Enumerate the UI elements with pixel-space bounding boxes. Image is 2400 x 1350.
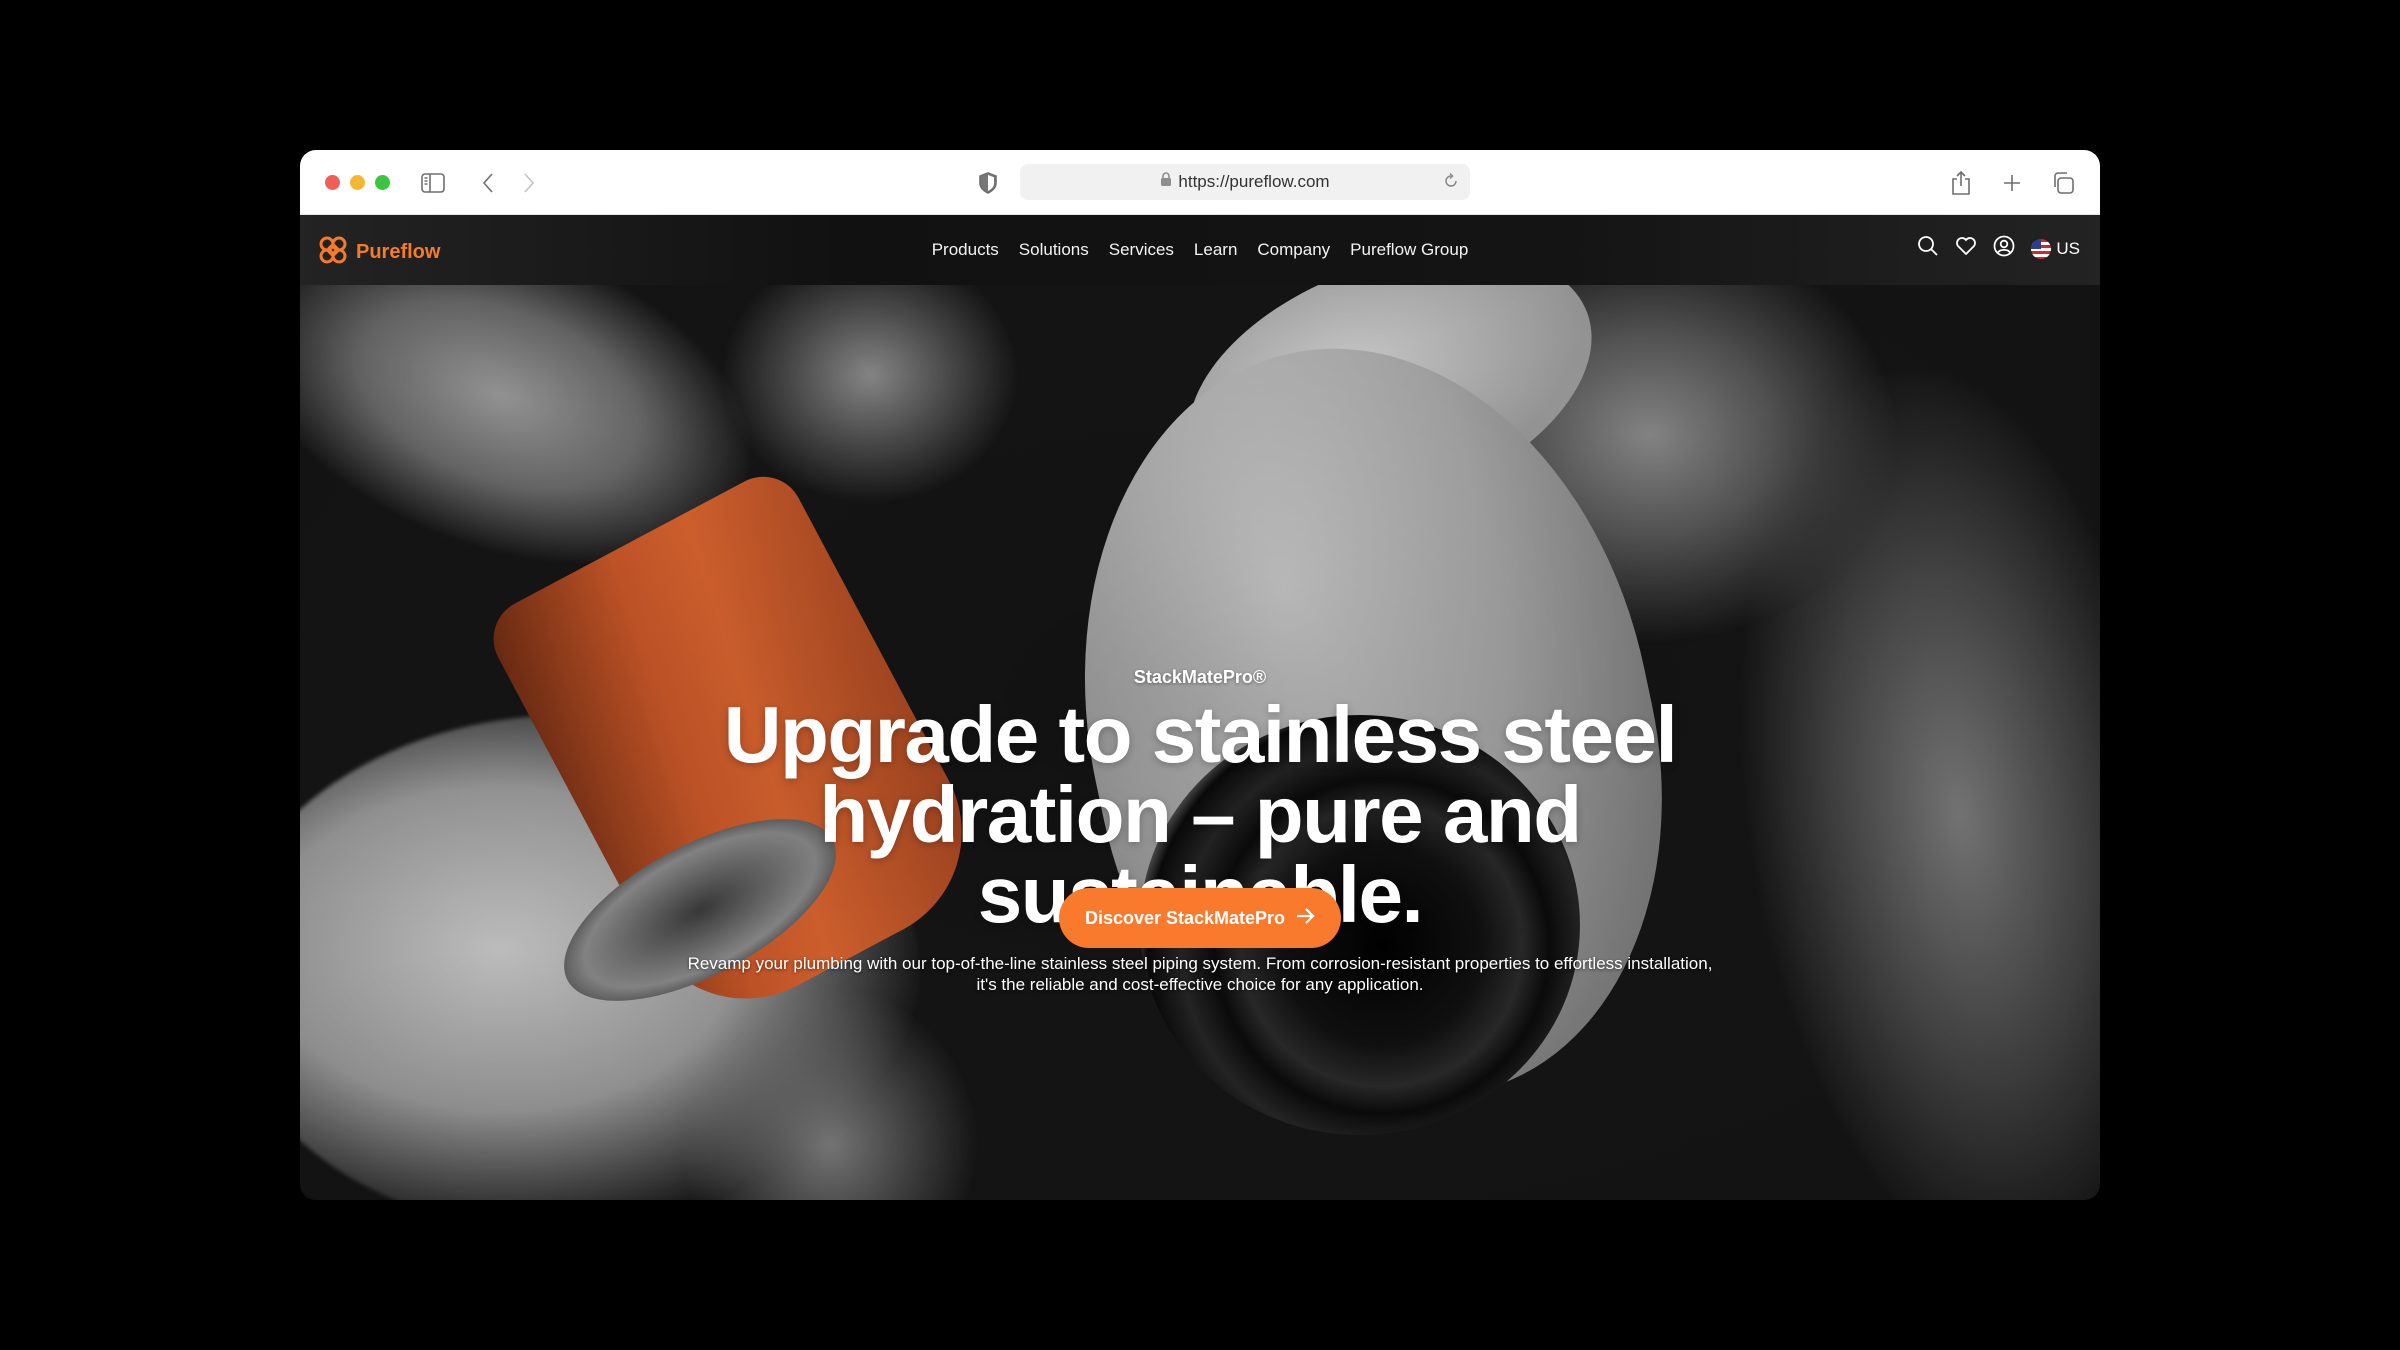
region-label: US	[2056, 238, 2080, 258]
forward-icon[interactable]	[514, 168, 544, 198]
brand-name: Pureflow	[356, 241, 441, 263]
main-nav: Products Solutions Services Learn Compan…	[300, 215, 2100, 285]
close-window-button[interactable]	[325, 175, 340, 190]
nav-products[interactable]: Products	[932, 240, 999, 260]
discover-stackmatepro-button[interactable]: Discover StackMatePro	[1059, 888, 1341, 948]
nav-company[interactable]: Company	[1257, 240, 1330, 260]
minimize-window-button[interactable]	[350, 175, 365, 190]
back-icon[interactable]	[473, 168, 503, 198]
new-tab-icon[interactable]	[1997, 168, 2027, 198]
site-header: Pureflow Products Solutions Services Lea…	[300, 215, 2100, 285]
arrow-right-icon	[1295, 907, 1315, 930]
zoom-window-button[interactable]	[375, 175, 390, 190]
headline-line: hydration – pure and	[819, 770, 1582, 859]
reload-icon[interactable]	[1442, 172, 1460, 195]
nav-services[interactable]: Services	[1109, 240, 1174, 260]
cta-label: Discover StackMatePro	[1084, 907, 1286, 928]
account-icon[interactable]	[1993, 235, 2015, 262]
privacy-shield-icon[interactable]	[973, 168, 1003, 198]
search-icon[interactable]	[1917, 235, 1939, 262]
nav-pureflow-group[interactable]: Pureflow Group	[1350, 240, 1468, 260]
url-text: https://pureflow.com	[1178, 172, 1330, 191]
headline-line: Upgrade to stainless steel	[723, 690, 1678, 779]
sidebar-toggle-icon[interactable]	[418, 168, 448, 198]
share-icon[interactable]	[1946, 168, 1976, 198]
heart-icon[interactable]	[1955, 236, 1977, 261]
hero-section: StackMatePro® Upgrade to stainless steel…	[300, 285, 2100, 1200]
browser-window: https://pureflow.com Pureflow Products S…	[300, 150, 2100, 1200]
region-selector[interactable]: US	[2031, 238, 2080, 259]
tab-overview-icon[interactable]	[2048, 168, 2078, 198]
address-bar[interactable]: https://pureflow.com	[1020, 164, 1470, 200]
browser-toolbar: https://pureflow.com	[300, 150, 2100, 215]
nav-learn[interactable]: Learn	[1194, 240, 1237, 260]
header-actions: US	[1917, 235, 2080, 262]
pureflow-logo-icon	[318, 235, 348, 270]
product-eyebrow: StackMatePro®	[1133, 667, 1267, 687]
lock-icon	[1160, 172, 1172, 192]
hero-description: Revamp your plumbing with our top-of-the…	[687, 954, 1713, 994]
brand-logo[interactable]: Pureflow	[318, 235, 440, 270]
us-flag-icon	[2031, 238, 2052, 259]
nav-solutions[interactable]: Solutions	[1019, 240, 1089, 260]
